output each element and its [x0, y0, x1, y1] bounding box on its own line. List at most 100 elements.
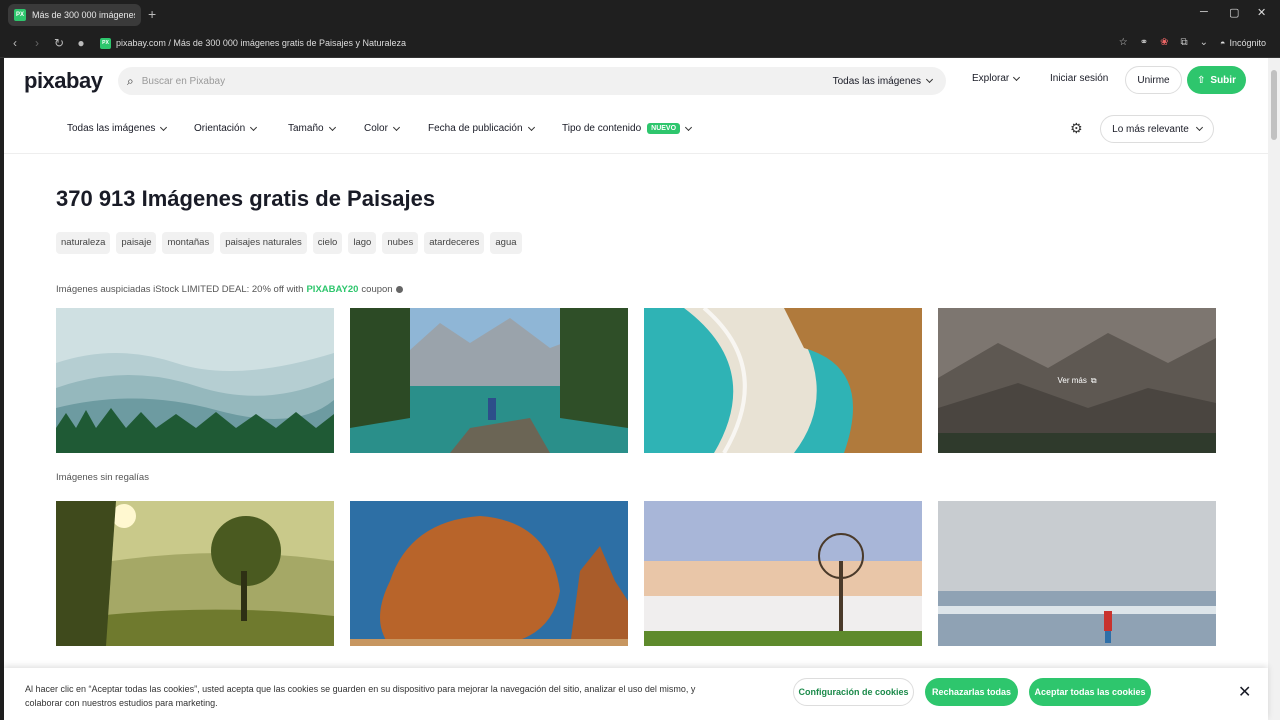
upload-icon: ⇧	[1197, 74, 1206, 86]
sort-label: Lo más relevante	[1112, 123, 1189, 135]
coupon-code[interactable]: PIXABAY20	[306, 284, 358, 295]
free-images-label: Imágenes sin regalías	[56, 472, 149, 483]
sort-dropdown[interactable]: Lo más relevante	[1100, 115, 1214, 143]
see-more-overlay: Ver más ⧉	[938, 308, 1216, 453]
related-tags: naturaleza paisaje montañas paisajes nat…	[56, 232, 522, 254]
search-bar: ⌕ Todas las imágenes	[118, 67, 946, 95]
close-icon[interactable]: ✕	[1238, 682, 1251, 702]
filter-date[interactable]: Fecha de publicación	[428, 123, 535, 134]
sponsored-label: Imágenes auspiciadas iStock LIMITED DEAL…	[56, 284, 403, 295]
tag-chip[interactable]: lago	[348, 232, 377, 254]
maximize-icon[interactable]: ▢	[1229, 6, 1239, 19]
browser-tab[interactable]: PX Más de 300 000 imágenes gratis	[8, 4, 141, 26]
tab-title: Más de 300 000 imágenes gratis	[32, 10, 135, 20]
search-icon: ⌕	[127, 73, 134, 88]
chevron-down-icon	[925, 75, 934, 84]
filter-label: Tipo de contenido	[562, 123, 642, 134]
filter-content-type[interactable]: Tipo de contenido NUEVO	[562, 123, 693, 134]
new-tab-icon[interactable]: +	[148, 6, 156, 22]
cookie-banner: Al hacer clic en “Aceptar todas las cook…	[4, 668, 1268, 720]
filter-label: Color	[364, 123, 388, 134]
upload-button[interactable]: ⇧ Subir	[1187, 66, 1246, 94]
incognito-icon: ◓	[1220, 37, 1226, 48]
external-link-icon: ⧉	[1090, 375, 1097, 385]
browser-tabbar: PX Más de 300 000 imágenes gratis + ─ ▢ …	[0, 0, 1280, 29]
new-badge: NUEVO	[647, 123, 681, 134]
image-result[interactable]	[938, 501, 1216, 646]
gear-icon[interactable]: ⚙	[1070, 120, 1083, 137]
reload-icon[interactable]: ↻	[54, 36, 64, 50]
page: pixabay ⌕ Todas las imágenes Explorar In…	[4, 58, 1268, 720]
chevron-down-icon	[685, 123, 693, 131]
chevron-down-icon	[1195, 123, 1203, 132]
minimize-icon[interactable]: ─	[1200, 6, 1208, 18]
sponsored-text: Imágenes auspiciadas iStock LIMITED DEAL…	[56, 284, 304, 295]
tag-chip[interactable]: atardeceres	[424, 232, 485, 254]
filter-bar: Todas las imágenes Orientación Tamaño Co…	[4, 104, 1268, 154]
tag-chip[interactable]: agua	[490, 232, 522, 254]
sponsored-image[interactable]	[350, 308, 628, 453]
filter-label: Tamaño	[288, 123, 324, 134]
puzzle-icon[interactable]: ⧉	[1181, 37, 1188, 48]
scrollbar[interactable]	[1268, 58, 1280, 720]
back-icon[interactable]: ‹	[10, 36, 20, 50]
explore-menu[interactable]: Explorar	[972, 73, 1021, 84]
filter-color[interactable]: Color	[364, 123, 400, 134]
search-scope-dropdown[interactable]: Todas las imágenes	[832, 75, 934, 87]
sponsored-image[interactable]	[56, 308, 334, 453]
site-header: pixabay ⌕ Todas las imágenes Explorar In…	[4, 58, 1268, 104]
filter-label: Orientación	[194, 123, 246, 134]
explore-label: Explorar	[972, 73, 1010, 84]
info-icon[interactable]	[395, 286, 403, 293]
sponsored-row: Ver más ⧉	[56, 308, 1216, 453]
login-link[interactable]: Iniciar sesión	[1050, 73, 1108, 84]
mic-icon[interactable]: ●	[76, 36, 86, 50]
forward-icon[interactable]: ›	[32, 36, 42, 50]
chevron-down-icon	[1013, 73, 1021, 81]
sponsored-image[interactable]	[644, 308, 922, 453]
accept-cookies-button[interactable]: Aceptar todas las cookies	[1029, 678, 1151, 706]
site-favicon-icon: PX	[100, 37, 111, 49]
filter-image-type[interactable]: Todas las imágenes	[67, 123, 168, 134]
incognito-indicator[interactable]: ◓ Incógnito	[1220, 38, 1266, 48]
image-result[interactable]	[644, 501, 922, 646]
sponsored-suffix: coupon	[361, 284, 393, 295]
reject-cookies-button[interactable]: Rechazarlas todas	[925, 678, 1018, 706]
tag-chip[interactable]: paisaje	[116, 232, 157, 254]
pixabay-logo[interactable]: pixabay	[24, 68, 103, 94]
pixabay-favicon-icon: PX	[14, 9, 26, 21]
image-row	[56, 501, 1216, 646]
bookmark-star-icon[interactable]: ☆	[1119, 37, 1128, 48]
chevron-down-icon	[160, 123, 168, 131]
chevron-down-icon	[392, 123, 400, 131]
filter-size[interactable]: Tamaño	[288, 123, 336, 134]
chevron-down-icon	[250, 123, 258, 131]
tag-chip[interactable]: cielo	[312, 232, 343, 254]
tag-chip[interactable]: naturaleza	[56, 232, 111, 254]
chevron-down-icon[interactable]: ⌄	[1200, 37, 1208, 48]
tag-chip[interactable]: montañas	[162, 232, 215, 254]
cookie-settings-button[interactable]: Configuración de cookies	[793, 678, 914, 706]
filter-orientation[interactable]: Orientación	[194, 123, 258, 134]
tag-chip[interactable]: nubes	[382, 232, 419, 254]
filter-label: Fecha de publicación	[428, 123, 523, 134]
see-more-tile[interactable]: Ver más ⧉	[938, 308, 1216, 453]
upload-label: Subir	[1210, 74, 1236, 86]
chevron-down-icon	[527, 123, 535, 131]
address-bar: ‹ › ↻ ● PX pixabay.com / Más de 300 000 …	[0, 29, 1280, 58]
extension-icon[interactable]: ❀	[1160, 37, 1168, 48]
chevron-down-icon	[328, 123, 336, 131]
see-more-label: Ver más	[1057, 376, 1087, 385]
close-window-icon[interactable]: ✕	[1257, 6, 1266, 19]
image-result[interactable]	[350, 501, 628, 646]
search-scope-label: Todas las imágenes	[832, 75, 921, 87]
join-button[interactable]: Unirme	[1125, 66, 1182, 94]
incognito-label: Incógnito	[1229, 37, 1266, 48]
tag-chip[interactable]: paisajes naturales	[220, 232, 307, 254]
page-title: 370 913 Imágenes gratis de Paisajes	[56, 186, 436, 211]
scrollbar-thumb[interactable]	[1271, 70, 1277, 140]
link-icon[interactable]: ⚭	[1140, 37, 1148, 48]
image-result[interactable]	[56, 501, 334, 646]
search-input[interactable]	[141, 75, 833, 87]
url-field[interactable]: PX pixabay.com / Más de 300 000 imágenes…	[100, 37, 406, 49]
